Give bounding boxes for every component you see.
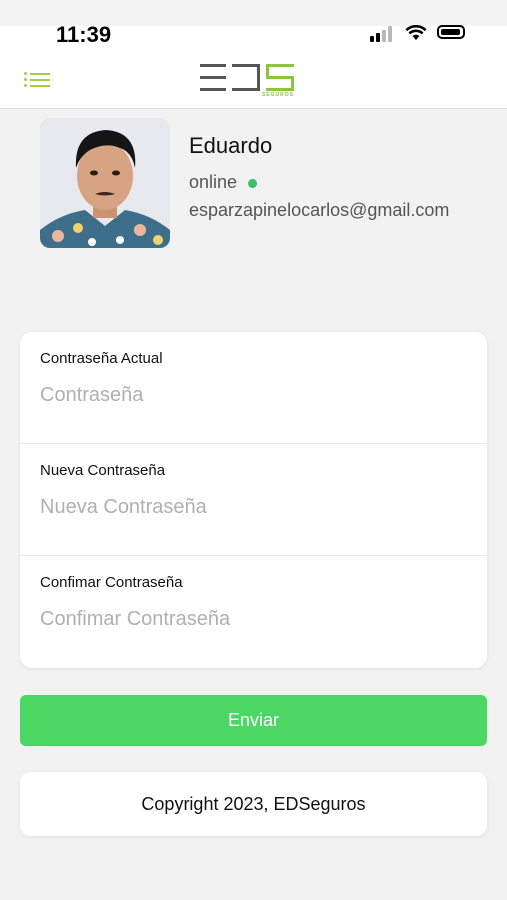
online-indicator-icon: [248, 179, 257, 188]
current-password-input[interactable]: [40, 380, 460, 410]
wifi-icon: [405, 25, 427, 40]
status-bar: 11:39: [0, 0, 507, 50]
new-password-input[interactable]: [40, 492, 460, 522]
new-password-row: Nueva Contraseña: [20, 444, 487, 556]
confirm-password-row: Confimar Contraseña: [20, 556, 487, 668]
password-form: Contraseña Actual Nueva Contraseña Confi…: [20, 332, 487, 668]
avatar-photo: [40, 118, 170, 248]
profile-status: online: [189, 172, 238, 192]
avatar: [40, 118, 170, 248]
profile-name: Eduardo: [189, 133, 273, 158]
confirm-password-input[interactable]: [40, 604, 460, 634]
current-password-row: Contraseña Actual: [20, 332, 487, 444]
profile-email: esparzapinelocarlos@gmail.com: [189, 200, 450, 220]
copyright-text: Copyright 2023, EDSeguros: [141, 794, 366, 814]
current-password-label: Contraseña Actual: [40, 350, 163, 367]
status-time: 11:39: [56, 22, 112, 47]
nav-bar: SEGUROS: [0, 50, 507, 109]
cellular-signal-icon: [370, 26, 396, 42]
footer: Copyright 2023, EDSeguros: [20, 772, 487, 836]
logo-subtitle: SEGUROS: [262, 92, 295, 98]
menu-icon[interactable]: [24, 72, 52, 92]
submit-button[interactable]: Enviar: [20, 695, 487, 746]
eds-logo: [200, 64, 294, 91]
new-password-label: Nueva Contraseña: [40, 462, 166, 479]
screen: 11:39 SEGUROS Eduardo online esparzapine…: [0, 0, 507, 900]
confirm-password-label: Confimar Contraseña: [40, 574, 183, 591]
